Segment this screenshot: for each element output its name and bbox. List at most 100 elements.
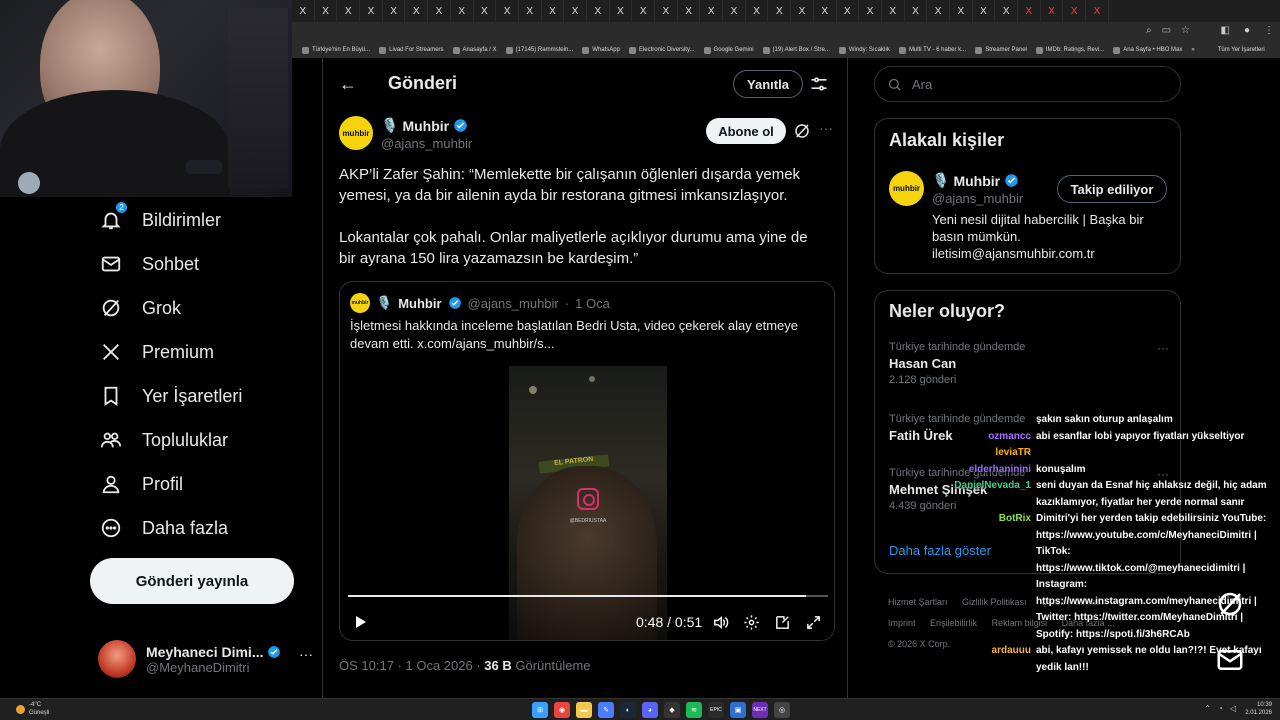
- browser-tab[interactable]: X: [950, 0, 973, 22]
- steam-icon[interactable]: ◐: [620, 702, 636, 718]
- related-handle[interactable]: @ajans_muhbir: [932, 191, 1023, 206]
- kick-icon[interactable]: NEXT: [752, 702, 768, 718]
- nav-item-bookmarks[interactable]: Yer İşaretleri: [98, 383, 242, 409]
- profile-icon-browser[interactable]: ●: [1244, 25, 1250, 36]
- browser-tab[interactable]: X: [973, 0, 996, 22]
- nav-item-chat[interactable]: Sohbet: [98, 251, 199, 277]
- nav-item-communities[interactable]: Topluluklar: [98, 427, 228, 453]
- all-bookmarks-folder[interactable]: Tüm Yer İşaretleri: [1218, 47, 1265, 53]
- post-more-icon[interactable]: ···: [819, 120, 833, 136]
- bookmark-item[interactable]: Türkiye'nin En Büyü...: [302, 46, 370, 54]
- video-player[interactable]: EL PATRON @BEDRIUSTAA 0:48 / 0:51: [340, 364, 834, 640]
- browser-tab[interactable]: X: [292, 0, 315, 22]
- bookmark-item[interactable]: Multi TV - 6 haber k...: [898, 46, 966, 54]
- search-input[interactable]: Ara: [874, 66, 1181, 102]
- browser-tab[interactable]: X: [1041, 0, 1064, 22]
- browser-tab[interactable]: X: [1086, 0, 1109, 22]
- nav-item-profile[interactable]: Profil: [98, 471, 183, 497]
- browser-tab[interactable]: X: [700, 0, 724, 22]
- browser-tab[interactable]: X: [383, 0, 406, 22]
- editor-icon[interactable]: ✎: [598, 702, 614, 718]
- bookmark-item[interactable]: IMDb: Ratings, Revi...: [1035, 46, 1104, 54]
- bookmark-item[interactable]: Anasayfa / X: [452, 46, 497, 54]
- author-handle[interactable]: @ajans_muhbir: [381, 136, 472, 151]
- speaker-icon[interactable]: ◁: [1230, 704, 1236, 713]
- picture-in-picture-icon[interactable]: [774, 614, 791, 631]
- windows-start-icon[interactable]: ⊞: [532, 702, 548, 718]
- bookmark-item[interactable]: Electronic Diversity...: [628, 46, 695, 54]
- video-progress-bar[interactable]: [348, 595, 828, 597]
- browser-tab[interactable]: X: [678, 0, 701, 22]
- cast-icon[interactable]: ▭: [1162, 25, 1171, 36]
- browser-tab[interactable]: X: [428, 0, 451, 22]
- browser-tab[interactable]: X: [791, 0, 814, 22]
- browser-tab[interactable]: X: [655, 0, 678, 22]
- browser-tab[interactable]: X: [632, 0, 655, 22]
- nav-item-premium[interactable]: Premium: [98, 339, 214, 365]
- browser-tab[interactable]: X: [1018, 0, 1041, 22]
- extensions-icon[interactable]: ◧: [1221, 25, 1230, 36]
- browser-tab[interactable]: X: [360, 0, 383, 22]
- menu-icon[interactable]: ⋮: [1264, 25, 1274, 36]
- sliders-icon[interactable]: [809, 74, 829, 94]
- footer-link[interactable]: Hizmet Şartları: [888, 597, 948, 607]
- browser-tab[interactable]: X: [405, 0, 429, 22]
- fullscreen-icon[interactable]: [805, 614, 822, 631]
- grok-icon[interactable]: [793, 122, 811, 140]
- browser-tab[interactable]: X: [859, 0, 882, 22]
- following-button[interactable]: Takip ediliyor: [1057, 175, 1167, 203]
- browser-tab[interactable]: X: [474, 0, 497, 22]
- trend-item[interactable]: Türkiye tarihinde gündemde Hasan Can 2.1…: [889, 341, 1169, 386]
- bookmark-item[interactable]: Google Gemini: [703, 46, 754, 54]
- bookmark-star-icon[interactable]: ☆: [1181, 25, 1190, 36]
- settings-gear-icon[interactable]: [743, 614, 760, 631]
- obs-icon[interactable]: ◎: [774, 702, 790, 718]
- browser-tab[interactable]: X: [337, 0, 361, 22]
- zoom-icon[interactable]: ⌕: [1146, 25, 1152, 36]
- browser-tab[interactable]: X: [905, 0, 928, 22]
- browser-tab[interactable]: X: [995, 0, 1018, 22]
- nav-item-notifications[interactable]: 2 Bildirimler: [98, 201, 221, 233]
- bookmark-item[interactable]: WhatsApp: [582, 46, 620, 54]
- author-name[interactable]: 🎙️ Muhbir: [381, 117, 468, 134]
- discord-icon[interactable]: ◕: [642, 702, 658, 718]
- weather-widget[interactable]: -4°C Güneşli: [16, 701, 49, 717]
- browser-tab[interactable]: X: [451, 0, 474, 22]
- browser-tab[interactable]: X: [542, 0, 565, 22]
- spotify-icon[interactable]: ≋: [686, 702, 702, 718]
- bookmark-item[interactable]: Livad For Streamers: [379, 46, 444, 54]
- nav-item-more[interactable]: Daha fazla: [98, 515, 228, 541]
- account-switcher[interactable]: Meyhaneci Dimi... @MeyhaneDimitri ···: [98, 636, 313, 682]
- browser-tab[interactable]: X: [723, 0, 746, 22]
- taskbar-clock[interactable]: 10:39 2.01.2026: [1245, 701, 1272, 717]
- author-avatar[interactable]: muhbir: [339, 116, 373, 150]
- bookmark-item[interactable]: Ana Sayfa • HBO Max: [1113, 46, 1182, 54]
- file-explorer-icon[interactable]: ▬: [576, 702, 592, 718]
- trend-more-icon[interactable]: ···: [1157, 341, 1169, 355]
- app-icon[interactable]: ◆: [664, 702, 680, 718]
- browser-tab[interactable]: X: [814, 0, 837, 22]
- related-name[interactable]: 🎙️ Muhbir: [932, 172, 1019, 189]
- browser-tab[interactable]: X: [837, 0, 860, 22]
- browser-tab[interactable]: X: [564, 0, 587, 22]
- post-button[interactable]: Gönderi yayınla: [90, 558, 294, 604]
- browser-tab[interactable]: X: [1063, 0, 1087, 22]
- volume-icon[interactable]: [712, 614, 729, 631]
- browser-tab[interactable]: X: [882, 0, 905, 22]
- browser-tab[interactable]: X: [768, 0, 792, 22]
- epic-icon[interactable]: EPIC: [708, 702, 724, 718]
- browser-tab[interactable]: X: [927, 0, 950, 22]
- chevron-up-icon[interactable]: ⌃: [1204, 704, 1211, 713]
- play-icon[interactable]: [352, 614, 368, 630]
- bookmark-item[interactable]: (17145) Rammstein...: [505, 46, 573, 54]
- reply-button[interactable]: Yanıtla: [733, 70, 803, 98]
- network-icon[interactable]: ◔: [1218, 704, 1223, 713]
- browser-tab[interactable]: X: [746, 0, 769, 22]
- browser-tab[interactable]: X: [519, 0, 542, 22]
- app-icon-2[interactable]: ▣: [730, 702, 746, 718]
- browser-tab[interactable]: X: [610, 0, 633, 22]
- chrome-icon[interactable]: ◉: [554, 702, 570, 718]
- browser-tab[interactable]: X: [587, 0, 610, 22]
- bookmark-item[interactable]: (19) Alert Box / Stre...: [762, 46, 830, 54]
- account-more-icon[interactable]: ···: [299, 646, 313, 662]
